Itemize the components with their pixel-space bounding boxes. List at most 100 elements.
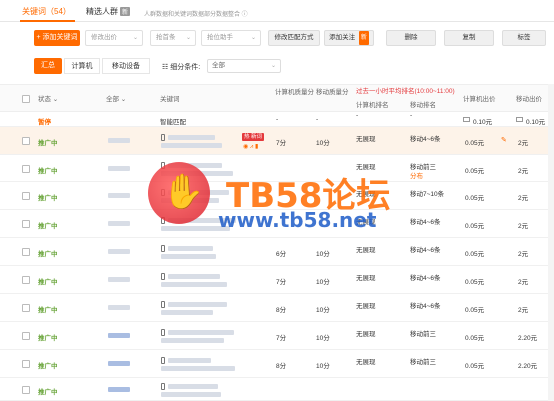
table-row[interactable]: 推广中 6分 10分 无展现 移动4~6条 0.05元 2元 [0,238,554,266]
row-checkbox[interactable] [22,220,30,228]
add-follow-button[interactable]: 添加关注 新 [324,30,374,46]
row-checkbox[interactable] [22,192,30,200]
blurred-keyword [161,254,216,259]
select-all-checkbox[interactable] [22,95,30,103]
mobile-bid[interactable]: 2.20元 [518,332,537,342]
tag-button[interactable]: 标签 [502,30,546,46]
mobile-bid[interactable]: 2元 [518,137,528,147]
mobile-quality-score: 10分 [316,279,330,286]
pc-bid[interactable]: 0.05元 [465,137,484,147]
pc-bid[interactable]: 0.05元 [465,165,484,175]
mobile-bid[interactable]: 2元 [518,248,528,258]
table-row[interactable]: 推广中 7分 10分 无展现 移动前三 0.05元 2.20元 [0,322,554,350]
delete-button[interactable]: 删除 [386,30,436,46]
blurred-keyword [168,246,213,251]
pc-rank: 无展现 [356,191,376,198]
view-computer-tab[interactable]: 计算机 [64,58,100,74]
row-checkbox[interactable] [22,386,30,394]
mobile-bid[interactable]: 2元 [518,220,528,230]
row-status[interactable]: 推广中 [38,220,58,230]
tab-keywords[interactable]: 关键词（54） [22,6,71,17]
modify-bid-dropdown[interactable]: 修改出价 ⌄ [85,30,143,46]
row-checkbox[interactable] [22,304,30,312]
pc-bid[interactable]: 0.05元 [465,192,484,202]
tab-crowd[interactable]: 精选人群新 [86,6,131,17]
row-status[interactable]: 推广中 [38,192,58,202]
pc-quality-score: - [276,116,279,123]
filter-label: ☷ 细分条件: [162,62,200,72]
row-status[interactable]: 推广中 [38,304,58,314]
blurred-keyword [161,198,219,203]
row-status[interactable]: 推广中 [38,276,58,286]
mobile-bid[interactable]: 2元 [518,276,528,286]
chevron-down-icon: ⌄ [270,63,276,69]
row-checkbox[interactable] [22,137,30,145]
blurred-value [108,221,130,226]
table-row[interactable]: 推广中 8分 10分 无展现 移动4~6条 0.05元 2元 [0,294,554,322]
row-checkbox[interactable] [22,360,30,368]
header-mobile-bid[interactable]: 移动出价 [516,95,542,104]
pc-bid[interactable]: 0.10元 [473,116,492,126]
mobile-rank-distribution[interactable]: 分布 [410,170,423,180]
table-row[interactable]: 推广中 [0,378,554,401]
table-row[interactable]: 暂停 智能匹配 - - - - 0.10元 0.10元 [0,112,554,127]
row-keyword: 智能匹配 [160,119,186,126]
pc-bid[interactable]: 0.05元 [465,304,484,314]
rank-assistant-label: 抢位助手 [207,34,233,41]
grab-top-dropdown[interactable]: 抢首条 ⌄ [150,30,196,46]
table-row[interactable]: 推广中 7分 10分 无展现 移动4~6条 0.05元 2元 [0,266,554,294]
header-pc-bid[interactable]: 计算机出价 [463,95,496,104]
row-status[interactable]: 推广中 [38,360,58,370]
pc-bid[interactable]: 0.05元 [465,276,484,286]
filter-select[interactable]: 全部 ⌄ [207,59,281,73]
row-status[interactable]: 推广中 [38,386,58,396]
row-status[interactable]: 推广中 [38,137,58,147]
header-all[interactable]: 全部 ⌄ [106,95,126,104]
mobile-bid[interactable]: 2元 [518,192,528,202]
mobile-bid[interactable]: 2元 [518,165,528,175]
edit-pencil-icon[interactable]: ✎ [501,136,507,144]
chevron-down-icon: ⌄ [132,35,138,41]
row-status[interactable]: 推广中 [38,248,58,258]
table-row[interactable]: 推广中 无展现 移动7~10条 0.05元 2元 [0,182,554,210]
mobile-icon [161,357,165,364]
header-status[interactable]: 状态 ⌄ [38,95,58,104]
add-keyword-button[interactable]: + 添加关键词 [34,30,80,46]
new-badge: 新 [120,7,131,16]
blurred-value [108,277,130,282]
row-checkbox[interactable] [22,332,30,340]
row-status[interactable]: 暂停 [38,116,51,126]
pc-rank: 无展现 [356,219,376,226]
header-pc-quality[interactable]: 计算机质量分 [275,88,315,97]
pc-bid[interactable]: 0.05元 [465,248,484,258]
pc-bid[interactable]: 0.05元 [465,332,484,342]
view-mobile-tab[interactable]: 移动设备 [102,58,150,74]
rank-assistant-dropdown[interactable]: 抢位助手 ⌄ [201,30,261,46]
header-mobile-quality[interactable]: 移动质量分 [316,88,354,97]
pc-rank: 无展现 [356,136,376,143]
row-status[interactable]: 推广中 [38,165,58,175]
mobile-icon [161,217,165,224]
row-checkbox[interactable] [22,248,30,256]
pc-bid[interactable]: 0.05元 [465,360,484,370]
table-row[interactable]: 推广中 无展现 移动前三 分布 0.05元 2元 [0,155,554,182]
mobile-bid[interactable]: 2.20元 [518,360,537,370]
mobile-quality-score: 10分 [316,335,330,342]
row-checkbox[interactable] [22,165,30,173]
vertical-scrollbar[interactable] [548,84,554,401]
blurred-keyword [161,310,213,315]
mobile-icon [161,134,165,141]
copy-button[interactable]: 复制 [444,30,494,46]
table-row[interactable]: 推广中 热 新词 ◉ ⩘ ▮ ✎ 7分 10分 无展现 移动4~6条 0.05元 2元 [0,127,554,155]
pc-bid[interactable]: 0.05元 [465,220,484,230]
table-row[interactable]: 推广中 8分 10分 无展现 移动前三 0.05元 2.20元 [0,350,554,378]
row-action-icons[interactable]: ◉ ⩘ ▮ [243,143,258,151]
pc-rank: - [356,112,359,119]
row-checkbox[interactable] [22,276,30,284]
mobile-bid[interactable]: 0.10元 [526,116,545,126]
view-summary-tab[interactable]: 汇总 [34,58,62,74]
match-type-button[interactable]: 修改匹配方式 [268,30,320,46]
mobile-bid[interactable]: 2元 [518,304,528,314]
row-status[interactable]: 推广中 [38,332,58,342]
table-row[interactable]: 推广中 无展现 移动4~6条 0.05元 2元 [0,210,554,238]
